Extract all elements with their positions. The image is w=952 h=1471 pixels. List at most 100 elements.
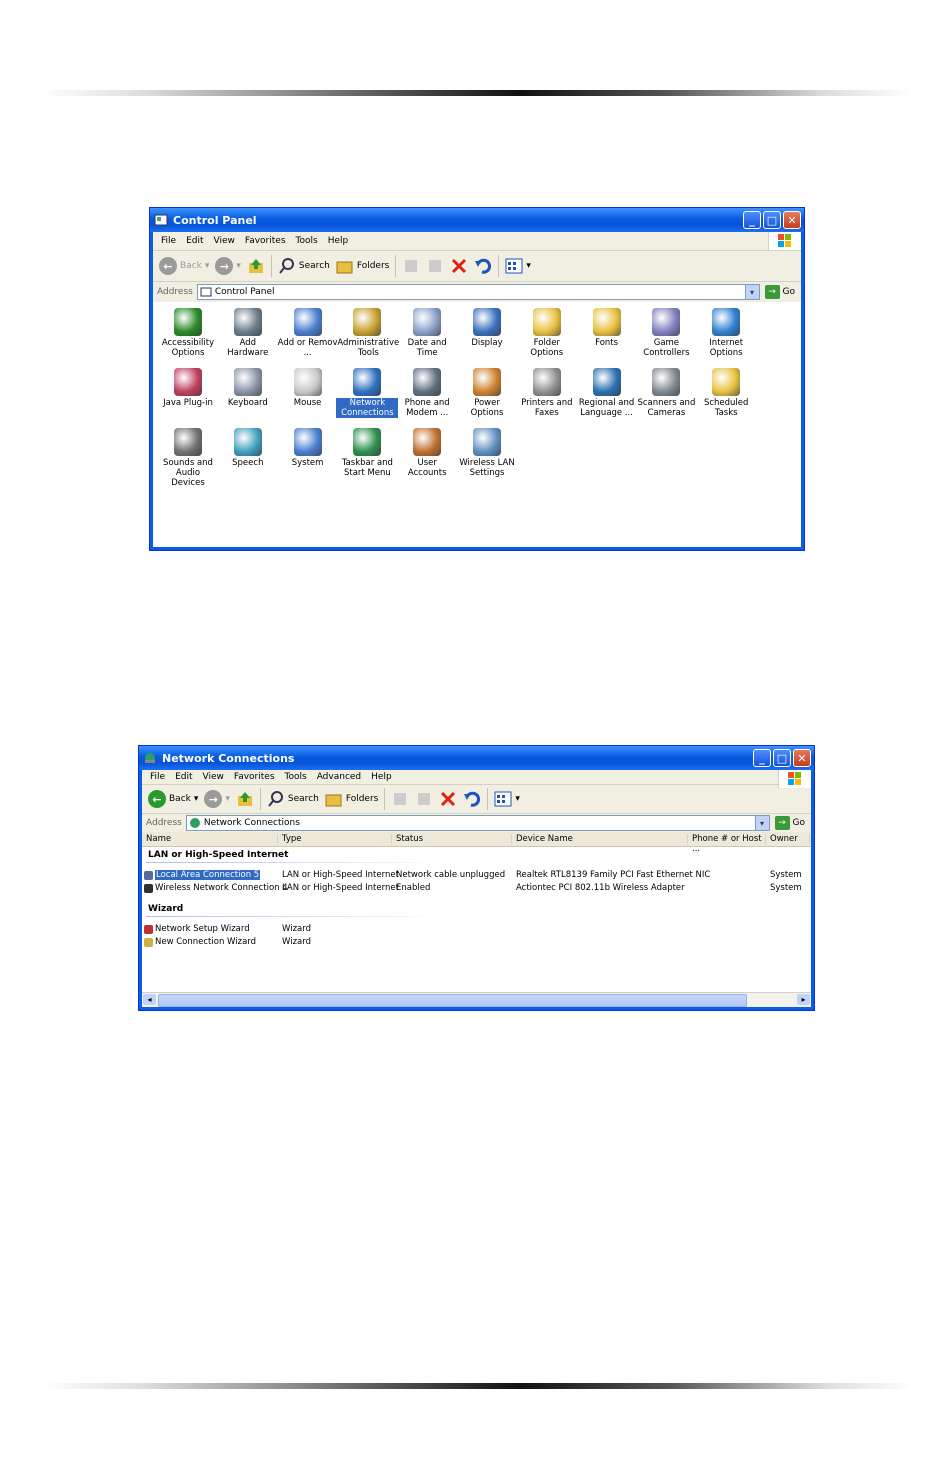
menu-edit[interactable]: Edit bbox=[186, 236, 203, 246]
connection-name[interactable]: Network Setup Wizard bbox=[144, 924, 250, 934]
cp-item-display[interactable]: Display bbox=[456, 308, 518, 348]
cp-item-power-options[interactable]: Power Options bbox=[456, 368, 518, 418]
title-bar[interactable]: Network Connections _ □ ✕ bbox=[139, 746, 814, 770]
forward-button[interactable]: → ▾ bbox=[204, 790, 230, 808]
menu-file[interactable]: File bbox=[161, 236, 176, 246]
column-name[interactable]: Name bbox=[142, 834, 278, 844]
horizontal-scrollbar[interactable]: ◂ ▸ bbox=[142, 992, 811, 1007]
move-to-button[interactable] bbox=[402, 257, 420, 275]
up-folder-button[interactable] bbox=[247, 257, 265, 275]
cp-item-mouse[interactable]: Mouse bbox=[277, 368, 339, 408]
table-row[interactable]: Local Area Connection 5 LAN or High-Speed… bbox=[142, 870, 811, 882]
cp-item-wireless-lan[interactable]: Wireless LAN Settings bbox=[456, 428, 518, 478]
menu-view[interactable]: View bbox=[203, 772, 224, 782]
menu-tools[interactable]: Tools bbox=[285, 772, 307, 782]
title-bar[interactable]: Control Panel _ □ ✕ bbox=[150, 208, 804, 232]
table-row[interactable]: Network Setup Wizard Wizard bbox=[142, 924, 811, 936]
cp-item-java-plugin[interactable]: Java Plug-in bbox=[157, 368, 219, 408]
menu-favorites[interactable]: Favorites bbox=[245, 236, 286, 246]
cp-item-administrative-tools[interactable]: Administrative Tools bbox=[336, 308, 399, 358]
copy-to-button[interactable] bbox=[415, 790, 433, 808]
scrollbar-thumb[interactable] bbox=[158, 994, 747, 1007]
undo-button[interactable] bbox=[474, 257, 492, 275]
menu-help[interactable]: Help bbox=[371, 772, 392, 782]
menu-favorites[interactable]: Favorites bbox=[234, 772, 275, 782]
views-button[interactable]: ▾ bbox=[494, 790, 520, 808]
copy-to-button[interactable] bbox=[426, 257, 444, 275]
cp-item-add-remove-programs[interactable]: Add or Remov ... bbox=[277, 308, 339, 358]
cp-item-label: Network Connections bbox=[336, 398, 399, 418]
cp-item-internet-options[interactable]: Internet Options bbox=[695, 308, 757, 358]
folders-button[interactable]: Folders bbox=[325, 790, 378, 808]
cp-item-system[interactable]: System bbox=[277, 428, 339, 468]
menu-advanced[interactable]: Advanced bbox=[317, 772, 361, 782]
cp-item-user-accounts[interactable]: User Accounts bbox=[396, 428, 458, 478]
folders-button[interactable]: Folders bbox=[336, 257, 389, 275]
column-owner[interactable]: Owner bbox=[766, 834, 810, 844]
views-button[interactable]: ▾ bbox=[505, 257, 531, 275]
address-dropdown[interactable]: ▾ bbox=[744, 285, 759, 299]
undo-button[interactable] bbox=[463, 790, 481, 808]
scroll-left-icon[interactable]: ◂ bbox=[143, 994, 156, 1005]
forward-button[interactable]: → ▾ bbox=[215, 257, 241, 275]
address-input[interactable]: Network Connections ▾ bbox=[185, 815, 770, 831]
table-row[interactable]: Wireless Network Connection 4 LAN or High… bbox=[142, 883, 811, 895]
up-folder-button[interactable] bbox=[236, 790, 254, 808]
go-button[interactable]: → Go bbox=[764, 285, 795, 299]
close-button[interactable]: ✕ bbox=[783, 211, 801, 229]
connection-name[interactable]: Local Area Connection 5 bbox=[144, 870, 261, 880]
menu-edit[interactable]: Edit bbox=[175, 772, 192, 782]
delete-button[interactable] bbox=[439, 790, 457, 808]
table-row[interactable]: New Connection Wizard Wizard bbox=[142, 937, 811, 949]
cp-item-scanners-cameras[interactable]: Scanners and Cameras bbox=[635, 368, 697, 418]
close-button[interactable]: ✕ bbox=[793, 749, 811, 767]
go-button[interactable]: → Go bbox=[774, 816, 805, 830]
column-device-name[interactable]: Device Name bbox=[512, 834, 688, 844]
cp-item-printers-faxes[interactable]: Printers and Faxes bbox=[516, 368, 578, 418]
maximize-button[interactable]: □ bbox=[763, 211, 781, 229]
move-to-button[interactable] bbox=[391, 790, 409, 808]
search-button[interactable]: Search bbox=[267, 790, 319, 808]
cp-item-regional-language[interactable]: Regional and Language ... bbox=[576, 368, 638, 418]
up-folder-icon bbox=[237, 792, 252, 806]
delete-button[interactable] bbox=[450, 257, 468, 275]
cp-item-folder-options[interactable]: Folder Options bbox=[516, 308, 578, 358]
cp-item-game-controllers[interactable]: Game Controllers bbox=[635, 308, 697, 358]
cp-item-add-hardware[interactable]: Add Hardware bbox=[217, 308, 279, 358]
user-accounts-icon bbox=[413, 428, 442, 456]
back-button[interactable]: ← Back ▾ bbox=[159, 257, 209, 275]
cp-item-sounds-audio[interactable]: Sounds and Audio Devices bbox=[157, 428, 219, 488]
cp-item-date-time[interactable]: Date and Time bbox=[396, 308, 458, 358]
cp-item-keyboard[interactable]: Keyboard bbox=[217, 368, 279, 408]
connection-name[interactable]: New Connection Wizard bbox=[144, 937, 256, 947]
column-status[interactable]: Status bbox=[392, 834, 512, 844]
views-icon bbox=[494, 791, 512, 807]
address-input[interactable]: Control Panel ▾ bbox=[196, 284, 760, 300]
search-button[interactable]: Search bbox=[278, 257, 330, 275]
cp-item-label: Keyboard bbox=[227, 398, 268, 408]
cp-item-label: Add or Remov ... bbox=[277, 338, 338, 358]
menu-help[interactable]: Help bbox=[328, 236, 349, 246]
scheduled-tasks-icon bbox=[712, 368, 741, 396]
cp-item-scheduled-tasks[interactable]: Scheduled Tasks bbox=[695, 368, 757, 418]
minimize-button[interactable]: _ bbox=[753, 749, 771, 767]
cp-item-phone-modem[interactable]: Phone and Modem ... bbox=[396, 368, 458, 418]
menu-file[interactable]: File bbox=[150, 772, 165, 782]
scroll-right-icon[interactable]: ▸ bbox=[797, 994, 810, 1005]
column-phone-or-host[interactable]: Phone # or Host ... bbox=[688, 834, 766, 854]
cp-item-speech[interactable]: Speech bbox=[217, 428, 279, 468]
cp-item-network-connections[interactable]: Network Connections bbox=[336, 368, 399, 418]
maximize-button[interactable]: □ bbox=[773, 749, 791, 767]
cp-item-taskbar-start-menu[interactable]: Taskbar and Start Menu bbox=[336, 428, 398, 478]
back-button[interactable]: ← Back ▾ bbox=[148, 790, 198, 808]
windows-logo-icon bbox=[768, 232, 801, 250]
cp-item-accessibility[interactable]: Accessibility Options bbox=[157, 308, 219, 358]
connection-name[interactable]: Wireless Network Connection 4 bbox=[144, 883, 288, 893]
menu-tools[interactable]: Tools bbox=[296, 236, 318, 246]
menu-view[interactable]: View bbox=[214, 236, 235, 246]
address-dropdown[interactable]: ▾ bbox=[754, 816, 769, 830]
cp-item-label: Accessibility Options bbox=[161, 338, 215, 358]
cp-item-fonts[interactable]: Fonts bbox=[576, 308, 638, 348]
column-type[interactable]: Type bbox=[278, 834, 392, 844]
minimize-button[interactable]: _ bbox=[743, 211, 761, 229]
